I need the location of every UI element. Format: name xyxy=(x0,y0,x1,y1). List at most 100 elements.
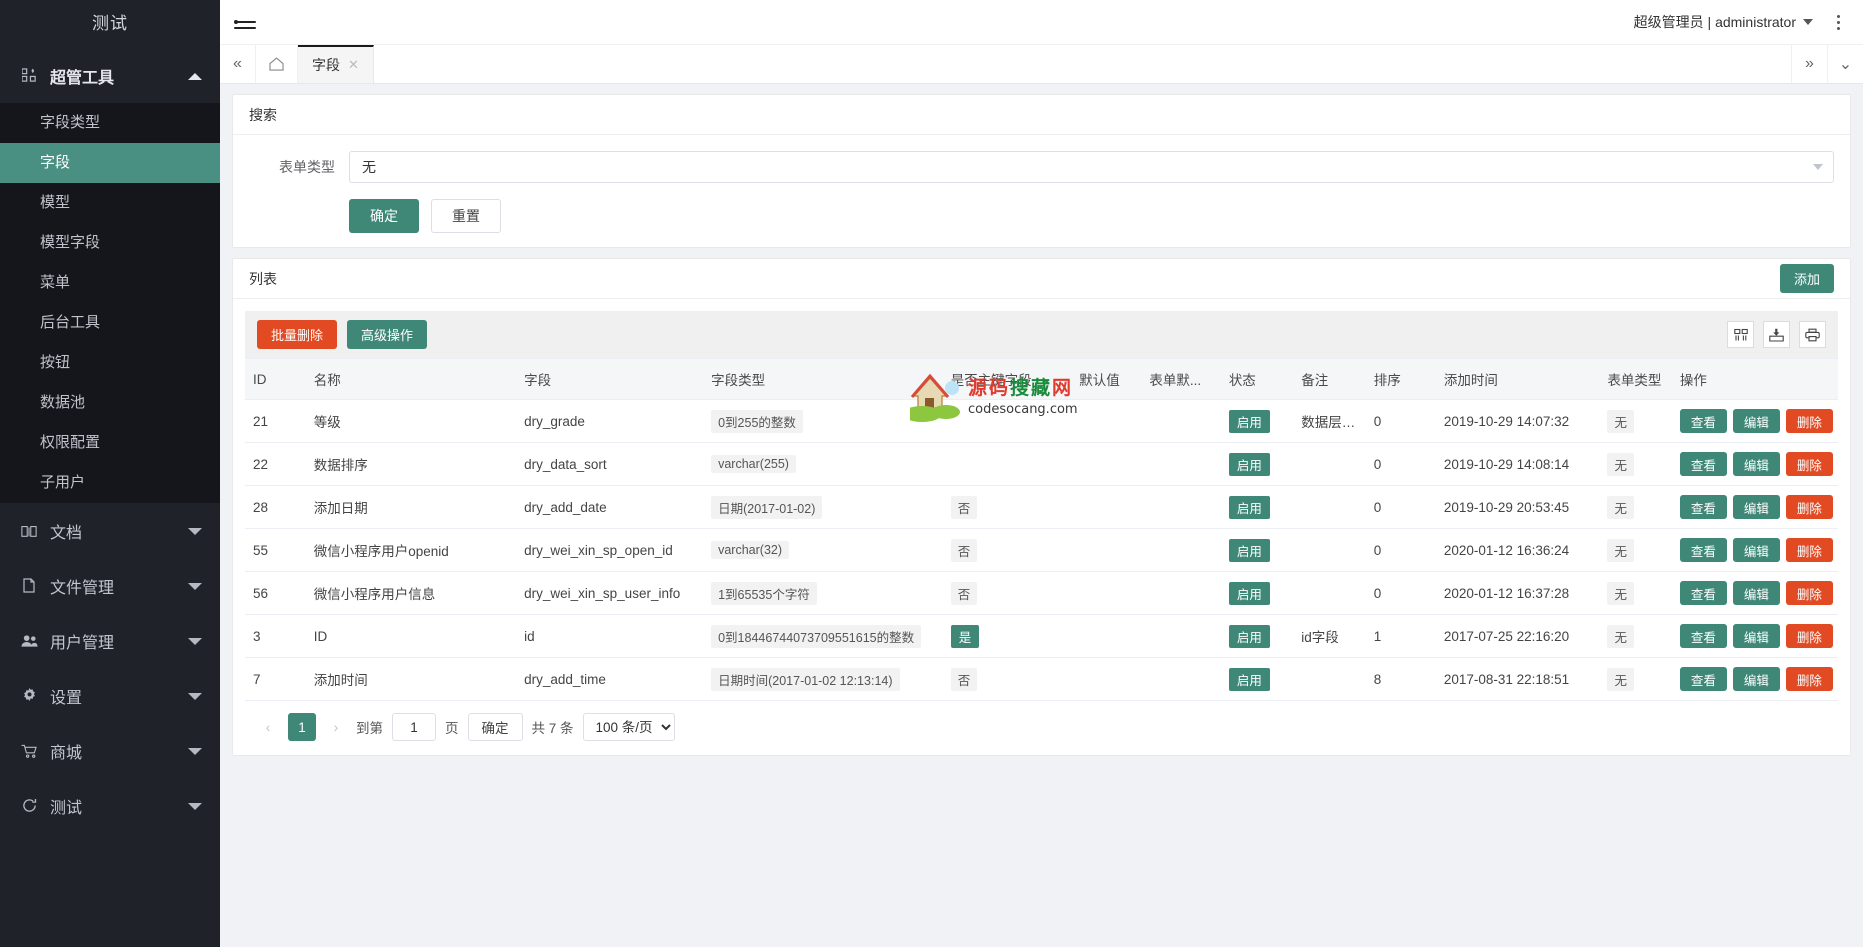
list-card-header: 列表 添加 xyxy=(233,259,1850,299)
row-delete-button[interactable]: 删除 xyxy=(1785,667,1833,691)
table-row[interactable]: 7 添加时间 dry_add_time 日期时间(2017-01-02 12:13:1… xyxy=(245,657,1838,701)
row-delete-button[interactable]: 删除 xyxy=(1785,452,1833,476)
cell-id: 28 xyxy=(245,485,306,529)
user-menu[interactable]: 超级管理员 | administrator xyxy=(1634,12,1813,32)
cell-is-primary-key-tag: 是 xyxy=(950,624,980,648)
cell-field-type-tag: varchar(255) xyxy=(711,455,796,473)
hamburger-icon[interactable] xyxy=(234,12,256,32)
row-view-button[interactable]: 查看 xyxy=(1679,409,1727,433)
row-delete-button[interactable]: 删除 xyxy=(1785,581,1833,605)
page-number-1[interactable]: 1 xyxy=(288,713,316,741)
row-edit-button[interactable]: 编辑 xyxy=(1732,452,1780,476)
cell-field-type-tag: 日期(2017-01-02) xyxy=(711,495,823,519)
col-form-default[interactable]: 表单默... xyxy=(1141,358,1221,400)
kebab-menu-icon[interactable] xyxy=(1827,14,1849,30)
row-view-button[interactable]: 查看 xyxy=(1679,624,1727,648)
sidebar-item-field[interactable]: 字段 xyxy=(0,143,220,183)
sidebar-group-settings[interactable]: 设置 xyxy=(0,668,220,723)
cell-operations: 查看 编辑 删除 xyxy=(1671,614,1838,658)
close-icon[interactable]: ✕ xyxy=(348,57,359,73)
sidebar-group-shop[interactable]: 商城 xyxy=(0,723,220,778)
list-card-body: 批量删除 高级操作 ID 名称 字段 字段类型 是否主键字段 默认值 表单默..… xyxy=(233,299,1850,755)
print-icon[interactable] xyxy=(1799,321,1826,348)
cell-sort: 0 xyxy=(1365,399,1436,443)
row-view-button[interactable]: 查看 xyxy=(1679,667,1727,691)
table-row[interactable]: 28 添加日期 dry_add_date 日期(2017-01-02) 否 启用 0 2019… xyxy=(245,485,1838,529)
chevron-down-icon[interactable]: ⌄ xyxy=(1827,45,1863,83)
sidebar-item-data-pool[interactable]: 数据池 xyxy=(0,383,220,423)
col-sort[interactable]: 排序 xyxy=(1365,358,1436,400)
row-delete-button[interactable]: 删除 xyxy=(1785,538,1833,562)
sidebar-item-model[interactable]: 模型 xyxy=(0,183,220,223)
page-size-select[interactable]: 100 条/页 xyxy=(582,713,675,741)
col-is-primary-key[interactable]: 是否主键字段 xyxy=(942,358,1072,400)
row-view-button[interactable]: 查看 xyxy=(1679,452,1727,476)
col-field[interactable]: 字段 xyxy=(516,358,704,400)
row-edit-button[interactable]: 编辑 xyxy=(1732,495,1780,519)
cell-form-type: 无 xyxy=(1599,399,1672,443)
goto-confirm-button[interactable]: 确定 xyxy=(467,713,523,741)
table-row[interactable]: 21 等级 dry_grade 0到255的整数 启用 数据层… 0 2019-10-29 1… xyxy=(245,399,1838,443)
add-button[interactable]: 添加 xyxy=(1779,264,1834,293)
row-view-button[interactable]: 查看 xyxy=(1679,581,1727,605)
sidebar-item-backend-tools[interactable]: 后台工具 xyxy=(0,303,220,343)
cell-is-primary-key: 否 xyxy=(942,528,1072,572)
cell-field-type: varchar(32) xyxy=(703,528,943,572)
sidebar-group-test[interactable]: 测试 xyxy=(0,778,220,833)
table-row[interactable]: 22 数据排序 dry_data_sort varchar(255) 启用 0 2019-1… xyxy=(245,442,1838,486)
col-remark[interactable]: 备注 xyxy=(1293,358,1366,400)
sidebar-item-button[interactable]: 按钮 xyxy=(0,343,220,383)
row-edit-button[interactable]: 编辑 xyxy=(1732,667,1780,691)
search-reset-button[interactable]: 重置 xyxy=(431,199,501,233)
table-row[interactable]: 56 微信小程序用户信息 dry_wei_xin_sp_user_info 1到655… xyxy=(245,571,1838,615)
row-edit-button[interactable]: 编辑 xyxy=(1732,538,1780,562)
sidebar-item-field-type[interactable]: 字段类型 xyxy=(0,103,220,143)
sidebar-item-menu[interactable]: 菜单 xyxy=(0,263,220,303)
sidebar-item-model-field[interactable]: 模型字段 xyxy=(0,223,220,263)
row-view-button[interactable]: 查看 xyxy=(1679,538,1727,562)
tab-field[interactable]: 字段 ✕ xyxy=(298,45,374,83)
cell-sort: 0 xyxy=(1365,571,1436,615)
columns-icon[interactable] xyxy=(1727,321,1754,348)
table-row[interactable]: 55 微信小程序用户openid dry_wei_xin_sp_open_id var… xyxy=(245,528,1838,572)
search-submit-button[interactable]: 确定 xyxy=(349,199,419,233)
form-type-select[interactable]: 无 xyxy=(349,151,1834,183)
row-action-group: 查看 编辑 删除 xyxy=(1679,667,1833,691)
row-edit-button[interactable]: 编辑 xyxy=(1732,581,1780,605)
sidebar-group-user-management[interactable]: 用户管理 xyxy=(0,613,220,668)
batch-delete-button[interactable]: 批量删除 xyxy=(257,320,338,349)
row-delete-button[interactable]: 删除 xyxy=(1785,624,1833,648)
double-chevron-left-icon[interactable]: « xyxy=(220,45,256,83)
col-id[interactable]: ID xyxy=(245,358,306,400)
cell-status-tag: 启用 xyxy=(1228,409,1270,433)
col-field-type[interactable]: 字段类型 xyxy=(703,358,943,400)
row-delete-button[interactable]: 删除 xyxy=(1785,495,1833,519)
advanced-operations-button[interactable]: 高级操作 xyxy=(347,320,428,349)
chevron-left-icon[interactable]: ‹ xyxy=(257,714,279,740)
row-view-button[interactable]: 查看 xyxy=(1679,495,1727,519)
list-card: 列表 添加 批量删除 高级操作 ID 名称 字段 字段类型 是否主键字段 默认值… xyxy=(232,258,1851,756)
chevron-right-icon[interactable]: › xyxy=(325,714,347,740)
cell-form-default xyxy=(1141,442,1221,486)
col-add-time[interactable]: 添加时间 xyxy=(1435,358,1600,400)
goto-prefix-label: 到第 xyxy=(356,721,383,736)
goto-page-input[interactable] xyxy=(392,713,436,741)
sidebar-item-permission-config[interactable]: 权限配置 xyxy=(0,423,220,463)
export-icon[interactable] xyxy=(1763,321,1790,348)
cell-name: 添加时间 xyxy=(305,657,517,701)
sidebar-group-docs[interactable]: 文档 xyxy=(0,503,220,558)
col-form-type[interactable]: 表单类型 xyxy=(1599,358,1672,400)
sidebar-group-file-management[interactable]: 文件管理 xyxy=(0,558,220,613)
row-edit-button[interactable]: 编辑 xyxy=(1732,409,1780,433)
row-delete-button[interactable]: 删除 xyxy=(1785,409,1833,433)
col-status[interactable]: 状态 xyxy=(1220,358,1294,400)
col-name[interactable]: 名称 xyxy=(305,358,517,400)
sidebar-group-super-tools[interactable]: 超管工具 xyxy=(0,48,220,103)
row-edit-button[interactable]: 编辑 xyxy=(1732,624,1780,648)
table-row[interactable]: 3 ID id 0到18446744073709551615的整数 是 启用 id字段 1 20… xyxy=(245,614,1838,658)
col-default-value[interactable]: 默认值 xyxy=(1071,358,1142,400)
sidebar-item-sub-user[interactable]: 子用户 xyxy=(0,463,220,503)
double-chevron-right-icon[interactable]: » xyxy=(1791,45,1827,83)
sidebar-group-label: 用户管理 xyxy=(50,634,115,652)
home-icon[interactable] xyxy=(256,45,298,83)
